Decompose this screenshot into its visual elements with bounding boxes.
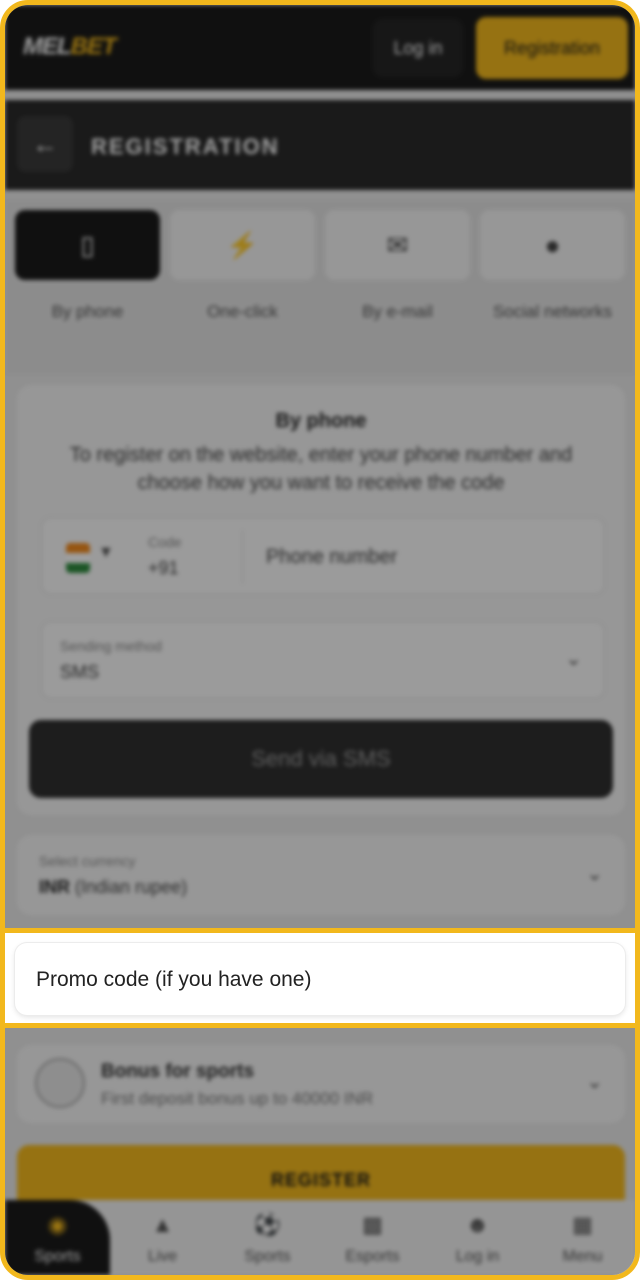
mail-icon: ✉ (386, 229, 409, 260)
sending-method-label: Sending method (60, 638, 162, 654)
nav-label: Sports (244, 1248, 291, 1265)
tab-by-phone[interactable]: ▯ (15, 210, 160, 280)
nav-label: Sports (34, 1248, 81, 1265)
promo-highlight-band: Promo code (if you have one) (5, 928, 635, 1028)
nav-item-live[interactable]: ▲ Live (110, 1200, 215, 1275)
page-title: REGISTRATION (91, 134, 280, 159)
phone-number-input[interactable]: Phone number (266, 546, 397, 569)
registration-method-tabs: ▯ ⚡ ✉ ● By phone One-click By e-mail Soc… (5, 200, 635, 375)
nav-label: Esports (345, 1248, 400, 1265)
india-flag-icon[interactable] (66, 543, 90, 573)
sending-method-select[interactable]: Sending method SMS ⌄ (41, 621, 605, 699)
social-icon: ● (544, 229, 561, 260)
form-title: By phone (275, 410, 367, 432)
bonus-subtitle: First deposit bonus up to 40000 INR (101, 1089, 374, 1108)
phone-icon: ▯ (80, 229, 95, 260)
tab-label: By e-mail (362, 302, 433, 321)
phone-input-row: ▼ Code +91 Phone number (41, 517, 605, 595)
code-value: +91 (148, 558, 179, 578)
nav-label: Menu (562, 1248, 603, 1265)
tab-by-email[interactable]: ✉ (325, 210, 470, 280)
tab-label: One-click (207, 302, 278, 321)
back-button[interactable]: ← (17, 116, 73, 172)
fire-icon: ▲ (151, 1212, 174, 1237)
logo-text-a: MEL (23, 33, 72, 60)
user-icon: ☻ (465, 1212, 490, 1237)
registration-subheader: ← REGISTRATION (5, 100, 635, 190)
bottom-navigation: ◉ Sports ▲ Live ⚽ Sports ▩ Esports ☻ Log… (5, 1200, 635, 1275)
login-button[interactable]: Log in (373, 19, 463, 77)
code-label: Code (148, 534, 182, 550)
chevron-down-icon: ⌄ (586, 1071, 603, 1093)
sending-method-value: SMS (60, 662, 100, 682)
nav-label: Live (147, 1248, 178, 1265)
chevron-down-icon: ⌄ (565, 648, 582, 670)
send-via-sms-button[interactable]: Send via SMS (29, 720, 613, 798)
promo-code-placeholder: Promo code (if you have one) (36, 968, 312, 991)
registration-button[interactable]: Registration (476, 17, 628, 79)
currency-value: INR (Indian rupee) (39, 877, 187, 898)
chevron-down-icon[interactable]: ▼ (98, 544, 114, 562)
arrow-left-icon: ← (32, 128, 58, 159)
sports-icon: ◉ (47, 1212, 68, 1237)
tab-one-click[interactable]: ⚡ (170, 210, 315, 280)
currency-code: INR (39, 877, 70, 897)
gamepad-icon: ▩ (362, 1212, 383, 1237)
tab-social-networks[interactable]: ● (480, 210, 625, 280)
nav-label: Log in (455, 1248, 500, 1265)
blurred-background: MELBET Log in Registration ← REGISTRATIO… (5, 5, 635, 1275)
registration-form-card: By phone To register on the website, ent… (17, 385, 625, 815)
currency-select[interactable]: Select currency INR (Indian rupee) ⌄ (17, 835, 625, 915)
currency-label: Select currency (39, 853, 136, 869)
currency-name: (Indian rupee) (75, 877, 188, 897)
ball-icon: ⚽ (253, 1212, 282, 1237)
tab-label: Social networks (492, 302, 613, 321)
logo-text-b: BET (70, 33, 117, 60)
chevron-down-icon: ⌄ (586, 863, 603, 885)
logo[interactable]: MELBET (23, 33, 117, 61)
top-header: MELBET Log in Registration (5, 5, 635, 90)
nav-item-sports-active[interactable]: ◉ Sports (5, 1200, 110, 1275)
divider (242, 530, 243, 584)
nav-item-login[interactable]: ☻ Log in (425, 1200, 530, 1275)
nav-item-esports[interactable]: ▩ Esports (320, 1200, 425, 1275)
menu-icon: ▦ (572, 1212, 593, 1237)
bonus-select[interactable]: Bonus for sports First deposit bonus up … (17, 1045, 625, 1123)
lightning-icon: ⚡ (226, 229, 259, 260)
nav-item-menu[interactable]: ▦ Menu (530, 1200, 635, 1275)
phone-frame: MELBET Log in Registration ← REGISTRATIO… (0, 0, 640, 1280)
form-description: To register on the website, enter your p… (69, 444, 573, 494)
promo-code-input[interactable]: Promo code (if you have one) (15, 943, 625, 1015)
bonus-title: Bonus for sports (101, 1061, 255, 1082)
nav-item-sports[interactable]: ⚽ Sports (215, 1200, 320, 1275)
tab-label: By phone (51, 302, 124, 321)
soccer-ball-icon (35, 1058, 85, 1108)
